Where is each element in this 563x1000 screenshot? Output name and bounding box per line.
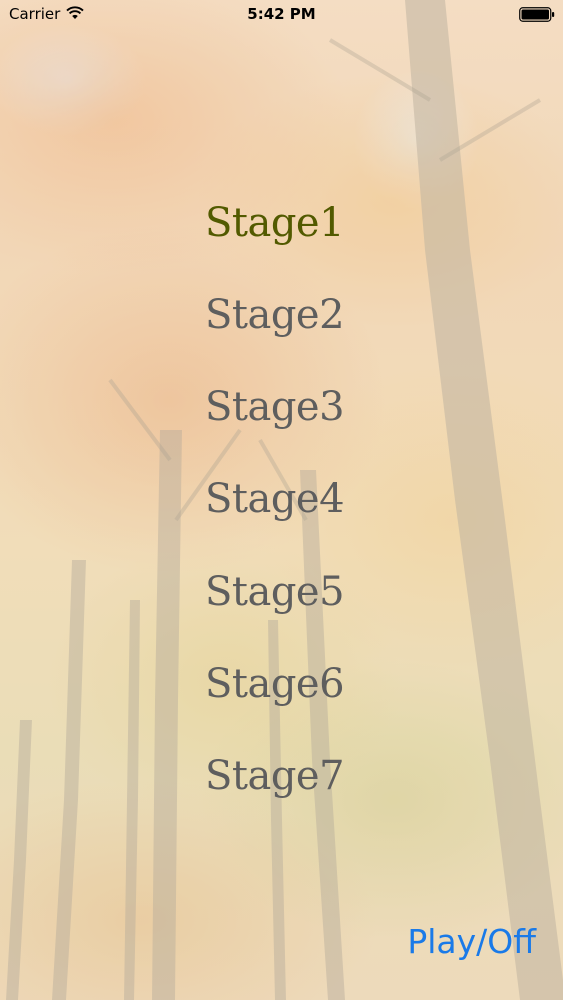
stage-6-button[interactable]: Stage6 [205,656,345,712]
stage-5-button[interactable]: Stage5 [205,564,345,620]
stage-2-button[interactable]: Stage2 [205,287,345,343]
stage-4-button[interactable]: Stage4 [205,471,345,527]
play-off-button[interactable]: Play/Off [407,922,536,961]
status-bar: Carrier 5:42 PM [0,0,563,30]
battery-icon [519,7,555,22]
status-time: 5:42 PM [247,5,316,23]
stage-3-button[interactable]: Stage3 [205,379,345,435]
stage-1-button[interactable]: Stage1 [205,195,345,251]
stage-7-button[interactable]: Stage7 [205,748,345,804]
